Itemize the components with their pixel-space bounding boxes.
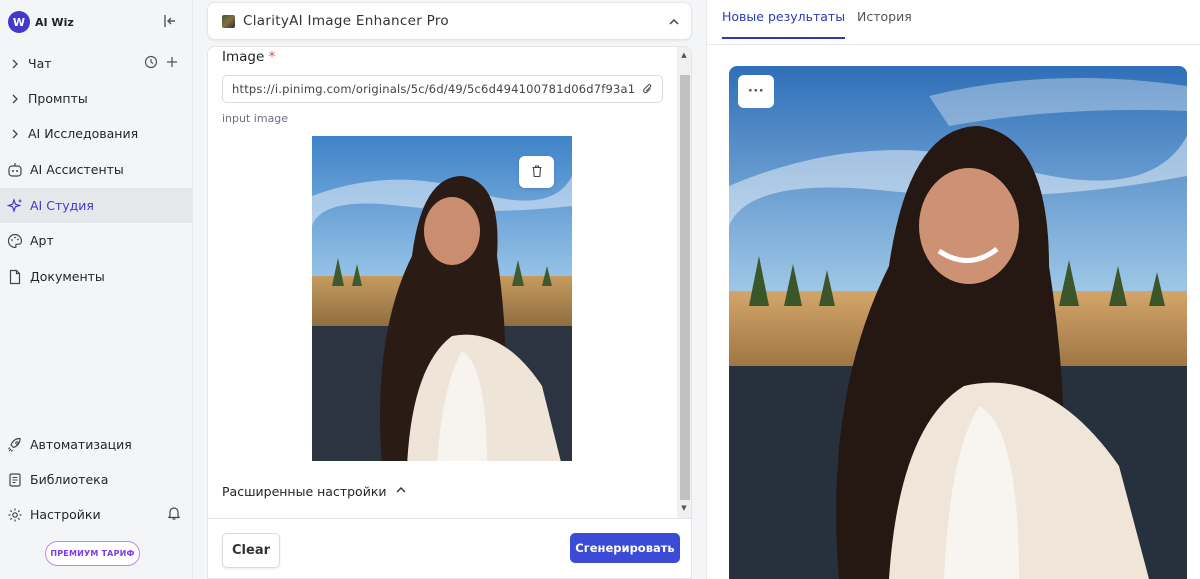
input-form: Image * https://i.pinimg.com/originals/5… bbox=[207, 46, 692, 579]
rocket-icon bbox=[6, 436, 24, 454]
scroll-down-arrow-icon[interactable]: ▼ bbox=[680, 504, 688, 512]
robot-icon bbox=[6, 161, 24, 179]
image-url-value: https://i.pinimg.com/originals/5c/6d/49/… bbox=[232, 82, 636, 96]
sidebar-item-label: AI Исследования bbox=[28, 126, 139, 141]
chevron-up-icon[interactable] bbox=[667, 14, 681, 33]
sidebar-item-assistants[interactable]: AI Ассистенты bbox=[0, 152, 192, 187]
sparkles-icon bbox=[6, 197, 24, 215]
history-icon[interactable] bbox=[144, 55, 158, 72]
logo-icon: W bbox=[8, 11, 30, 33]
sidebar-item-label: Арт bbox=[30, 233, 54, 248]
sidebar-item-library[interactable]: Библиотека bbox=[0, 462, 192, 497]
clear-button[interactable]: Clear bbox=[222, 533, 280, 568]
chevron-right-icon bbox=[8, 129, 22, 139]
input-image-preview bbox=[312, 136, 572, 461]
sidebar-item-label: Документы bbox=[30, 269, 105, 284]
sidebar-item-chat[interactable]: Чат bbox=[0, 46, 192, 81]
add-chat-icon[interactable] bbox=[166, 56, 178, 71]
results-tabs: Новые результаты История bbox=[707, 0, 1200, 45]
library-icon bbox=[6, 471, 24, 489]
result-image[interactable]: ··· bbox=[729, 66, 1187, 579]
sidebar-item-label: AI Студия bbox=[30, 198, 94, 213]
result-photo bbox=[729, 66, 1187, 579]
image-field-label: Image * bbox=[222, 49, 275, 65]
advanced-settings-toggle[interactable]: Расширенные настройки bbox=[222, 484, 407, 499]
image-hint: input image bbox=[222, 112, 289, 125]
bell-icon[interactable] bbox=[166, 505, 182, 524]
model-name: ClarityAI Image Enhancer Pro bbox=[243, 13, 449, 29]
trash-icon bbox=[530, 163, 544, 182]
sidebar-item-prompts[interactable]: Промпты bbox=[0, 81, 192, 116]
more-options-button[interactable]: ··· bbox=[738, 75, 774, 108]
sidebar-item-label: Настройки bbox=[30, 507, 101, 522]
palette-icon bbox=[6, 232, 24, 250]
advanced-settings-label: Расширенные настройки bbox=[222, 484, 387, 499]
gear-icon bbox=[6, 506, 24, 524]
model-thumbnail-icon bbox=[222, 14, 235, 28]
generate-button[interactable]: Сгенерировать bbox=[570, 533, 680, 563]
sidebar-item-art[interactable]: Арт bbox=[0, 223, 192, 258]
sidebar-item-label: Чат bbox=[28, 56, 52, 71]
chevron-right-icon bbox=[8, 59, 22, 69]
tab-new-results[interactable]: Новые результаты bbox=[722, 9, 846, 39]
brand[interactable]: W AI Wiz bbox=[8, 10, 186, 34]
image-label-text: Image bbox=[222, 49, 265, 65]
scroll-up-arrow-icon[interactable]: ▲ bbox=[680, 51, 688, 59]
sidebar-item-automation[interactable]: Автоматизация bbox=[0, 427, 192, 462]
sidebar-item-settings[interactable]: Настройки bbox=[0, 497, 192, 532]
sidebar-item-label: Промпты bbox=[28, 91, 88, 106]
collapse-sidebar-icon[interactable] bbox=[162, 13, 180, 31]
document-icon bbox=[6, 268, 24, 286]
model-selector[interactable]: ClarityAI Image Enhancer Pro bbox=[207, 2, 692, 40]
results-panel: Новые результаты История ··· bbox=[706, 0, 1200, 579]
sidebar-item-label: AI Ассистенты bbox=[30, 162, 124, 177]
sidebar-item-studio[interactable]: AI Студия bbox=[0, 188, 192, 223]
brand-name: AI Wiz bbox=[35, 15, 74, 29]
premium-plan-button[interactable]: ПРЕМИУМ ТАРИФ bbox=[45, 541, 140, 566]
delete-image-button[interactable] bbox=[519, 156, 554, 188]
sidebar-item-label: Библиотека bbox=[30, 472, 109, 487]
scroll-thumb[interactable] bbox=[680, 75, 690, 500]
form-scrollbar[interactable]: ▲ ▼ bbox=[677, 47, 691, 518]
chevron-right-icon bbox=[8, 94, 22, 104]
chevron-up-icon bbox=[395, 484, 407, 499]
sidebar: W AI Wiz Чат Промпты AI Исследования AI … bbox=[0, 0, 193, 579]
paperclip-icon[interactable] bbox=[641, 82, 654, 99]
image-url-input[interactable]: https://i.pinimg.com/originals/5c/6d/49/… bbox=[222, 75, 663, 103]
tab-history[interactable]: История bbox=[857, 9, 912, 39]
required-mark: * bbox=[268, 49, 276, 65]
sidebar-item-research[interactable]: AI Исследования bbox=[0, 116, 192, 151]
sidebar-item-label: Автоматизация bbox=[30, 437, 132, 452]
form-footer: Clear Сгенерировать bbox=[208, 518, 691, 578]
sidebar-item-documents[interactable]: Документы bbox=[0, 259, 192, 294]
